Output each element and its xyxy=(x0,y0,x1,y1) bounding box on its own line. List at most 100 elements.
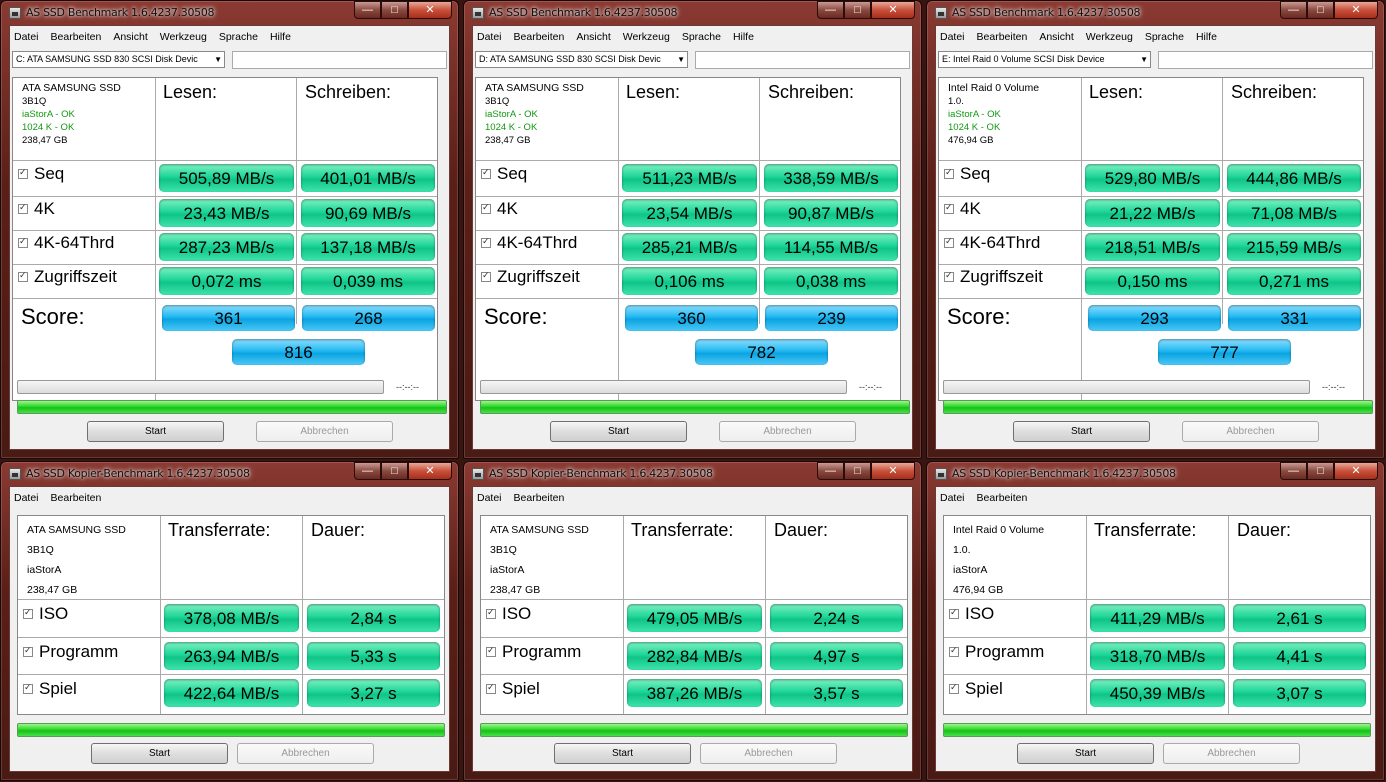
cancel-button[interactable]: Abbrechen xyxy=(1182,421,1319,442)
checkbox-icon[interactable] xyxy=(949,607,959,619)
minimize-button[interactable]: — xyxy=(1280,462,1307,480)
close-button[interactable]: ✕ xyxy=(1334,462,1378,480)
cancel-button[interactable]: Abbrechen xyxy=(237,743,374,764)
checkbox-icon[interactable] xyxy=(944,236,954,248)
checkbox-icon[interactable] xyxy=(23,607,33,619)
row-spiel[interactable]: Spiel xyxy=(486,679,540,699)
checkbox-icon[interactable] xyxy=(486,607,496,619)
maximize-button[interactable]: □ xyxy=(1307,462,1334,480)
row-access-time[interactable]: Zugriffszeit xyxy=(18,267,117,287)
menu-datei[interactable]: Datei xyxy=(473,489,510,507)
checkbox-icon[interactable] xyxy=(23,682,33,694)
checkbox-icon[interactable] xyxy=(23,645,33,657)
cancel-button[interactable]: Abbrechen xyxy=(700,743,837,764)
menu-bearbeiten[interactable]: Bearbeiten xyxy=(973,489,1036,507)
maximize-button[interactable]: □ xyxy=(1307,1,1334,19)
minimize-button[interactable]: — xyxy=(817,1,844,19)
menu-hilfe[interactable]: Hilfe xyxy=(729,28,762,46)
row-4k-64thrd[interactable]: 4K-64Thrd xyxy=(944,233,1040,253)
checkbox-icon[interactable] xyxy=(944,270,954,282)
menu-bearbeiten[interactable]: Bearbeiten xyxy=(47,489,110,507)
row-4k[interactable]: 4K xyxy=(481,199,518,219)
menu-ansicht[interactable]: Ansicht xyxy=(572,28,618,46)
row-seq[interactable]: Seq xyxy=(18,164,64,184)
menu-datei[interactable]: Datei xyxy=(473,28,510,46)
menu-bearbeiten[interactable]: Bearbeiten xyxy=(973,28,1036,46)
checkbox-icon[interactable] xyxy=(481,167,491,179)
start-button[interactable]: Start xyxy=(550,421,687,442)
checkbox-icon[interactable] xyxy=(949,682,959,694)
menu-ansicht[interactable]: Ansicht xyxy=(1035,28,1081,46)
menu-datei[interactable]: Datei xyxy=(936,489,973,507)
menu-ansicht[interactable]: Ansicht xyxy=(109,28,155,46)
menu-bearbeiten[interactable]: Bearbeiten xyxy=(510,28,573,46)
checkbox-icon[interactable] xyxy=(481,270,491,282)
cancel-button[interactable]: Abbrechen xyxy=(256,421,393,442)
info-field[interactable] xyxy=(1158,51,1373,69)
menu-sprache[interactable]: Sprache xyxy=(215,28,266,46)
menu-hilfe[interactable]: Hilfe xyxy=(1192,28,1225,46)
row-4k-64thrd[interactable]: 4K-64Thrd xyxy=(18,233,114,253)
start-button[interactable]: Start xyxy=(87,421,224,442)
row-seq[interactable]: Seq xyxy=(944,164,990,184)
menu-bearbeiten[interactable]: Bearbeiten xyxy=(47,28,110,46)
minimize-button[interactable]: — xyxy=(817,462,844,480)
menu-bearbeiten[interactable]: Bearbeiten xyxy=(510,489,573,507)
start-button[interactable]: Start xyxy=(91,743,228,764)
title-bar[interactable]: AS SSD Benchmark 1.6.4237.30508 — □ ✕ xyxy=(464,1,921,25)
start-button[interactable]: Start xyxy=(1013,421,1150,442)
minimize-button[interactable]: — xyxy=(1280,1,1307,19)
close-button[interactable]: ✕ xyxy=(408,462,452,480)
row-iso[interactable]: ISO xyxy=(949,604,994,624)
maximize-button[interactable]: □ xyxy=(381,1,408,19)
checkbox-icon[interactable] xyxy=(944,167,954,179)
drive-select[interactable]: E: Intel Raid 0 Volume SCSI Disk Device ▼ xyxy=(938,51,1151,68)
checkbox-icon[interactable] xyxy=(18,236,28,248)
menu-datei[interactable]: Datei xyxy=(10,28,47,46)
menu-werkzeug[interactable]: Werkzeug xyxy=(156,28,215,46)
title-bar[interactable]: AS SSD Benchmark 1.6.4237.30508 — □ ✕ xyxy=(927,1,1384,25)
close-button[interactable]: ✕ xyxy=(871,1,915,19)
menu-hilfe[interactable]: Hilfe xyxy=(266,28,299,46)
checkbox-icon[interactable] xyxy=(486,682,496,694)
row-seq[interactable]: Seq xyxy=(481,164,527,184)
checkbox-icon[interactable] xyxy=(944,202,954,214)
row-iso[interactable]: ISO xyxy=(486,604,531,624)
cancel-button[interactable]: Abbrechen xyxy=(1163,743,1300,764)
checkbox-icon[interactable] xyxy=(18,167,28,179)
row-programm[interactable]: Programm xyxy=(23,642,118,662)
checkbox-icon[interactable] xyxy=(481,202,491,214)
maximize-button[interactable]: □ xyxy=(844,1,871,19)
title-bar[interactable]: AS SSD Kopier-Benchmark 1.6.4237.30508 —… xyxy=(1,462,458,486)
row-4k-64thrd[interactable]: 4K-64Thrd xyxy=(481,233,577,253)
close-button[interactable]: ✕ xyxy=(408,1,452,19)
maximize-button[interactable]: □ xyxy=(381,462,408,480)
minimize-button[interactable]: — xyxy=(354,462,381,480)
row-access-time[interactable]: Zugriffszeit xyxy=(944,267,1043,287)
close-button[interactable]: ✕ xyxy=(1334,1,1378,19)
row-programm[interactable]: Programm xyxy=(949,642,1044,662)
checkbox-icon[interactable] xyxy=(18,202,28,214)
checkbox-icon[interactable] xyxy=(486,645,496,657)
menu-datei[interactable]: Datei xyxy=(10,489,47,507)
drive-select[interactable]: C: ATA SAMSUNG SSD 830 SCSI Disk Devic ▼ xyxy=(12,51,225,68)
minimize-button[interactable]: — xyxy=(354,1,381,19)
row-iso[interactable]: ISO xyxy=(23,604,68,624)
info-field[interactable] xyxy=(695,51,910,69)
info-field[interactable] xyxy=(232,51,447,69)
title-bar[interactable]: AS SSD Kopier-Benchmark 1.6.4237.30508 —… xyxy=(464,462,921,486)
menu-sprache[interactable]: Sprache xyxy=(678,28,729,46)
menu-werkzeug[interactable]: Werkzeug xyxy=(1082,28,1141,46)
close-button[interactable]: ✕ xyxy=(871,462,915,480)
menu-datei[interactable]: Datei xyxy=(936,28,973,46)
row-spiel[interactable]: Spiel xyxy=(949,679,1003,699)
checkbox-icon[interactable] xyxy=(18,270,28,282)
row-4k[interactable]: 4K xyxy=(18,199,55,219)
start-button[interactable]: Start xyxy=(1017,743,1154,764)
title-bar[interactable]: AS SSD Kopier-Benchmark 1.6.4237.30508 —… xyxy=(927,462,1384,486)
drive-select[interactable]: D: ATA SAMSUNG SSD 830 SCSI Disk Devic ▼ xyxy=(475,51,688,68)
row-spiel[interactable]: Spiel xyxy=(23,679,77,699)
maximize-button[interactable]: □ xyxy=(844,462,871,480)
row-access-time[interactable]: Zugriffszeit xyxy=(481,267,580,287)
checkbox-icon[interactable] xyxy=(481,236,491,248)
